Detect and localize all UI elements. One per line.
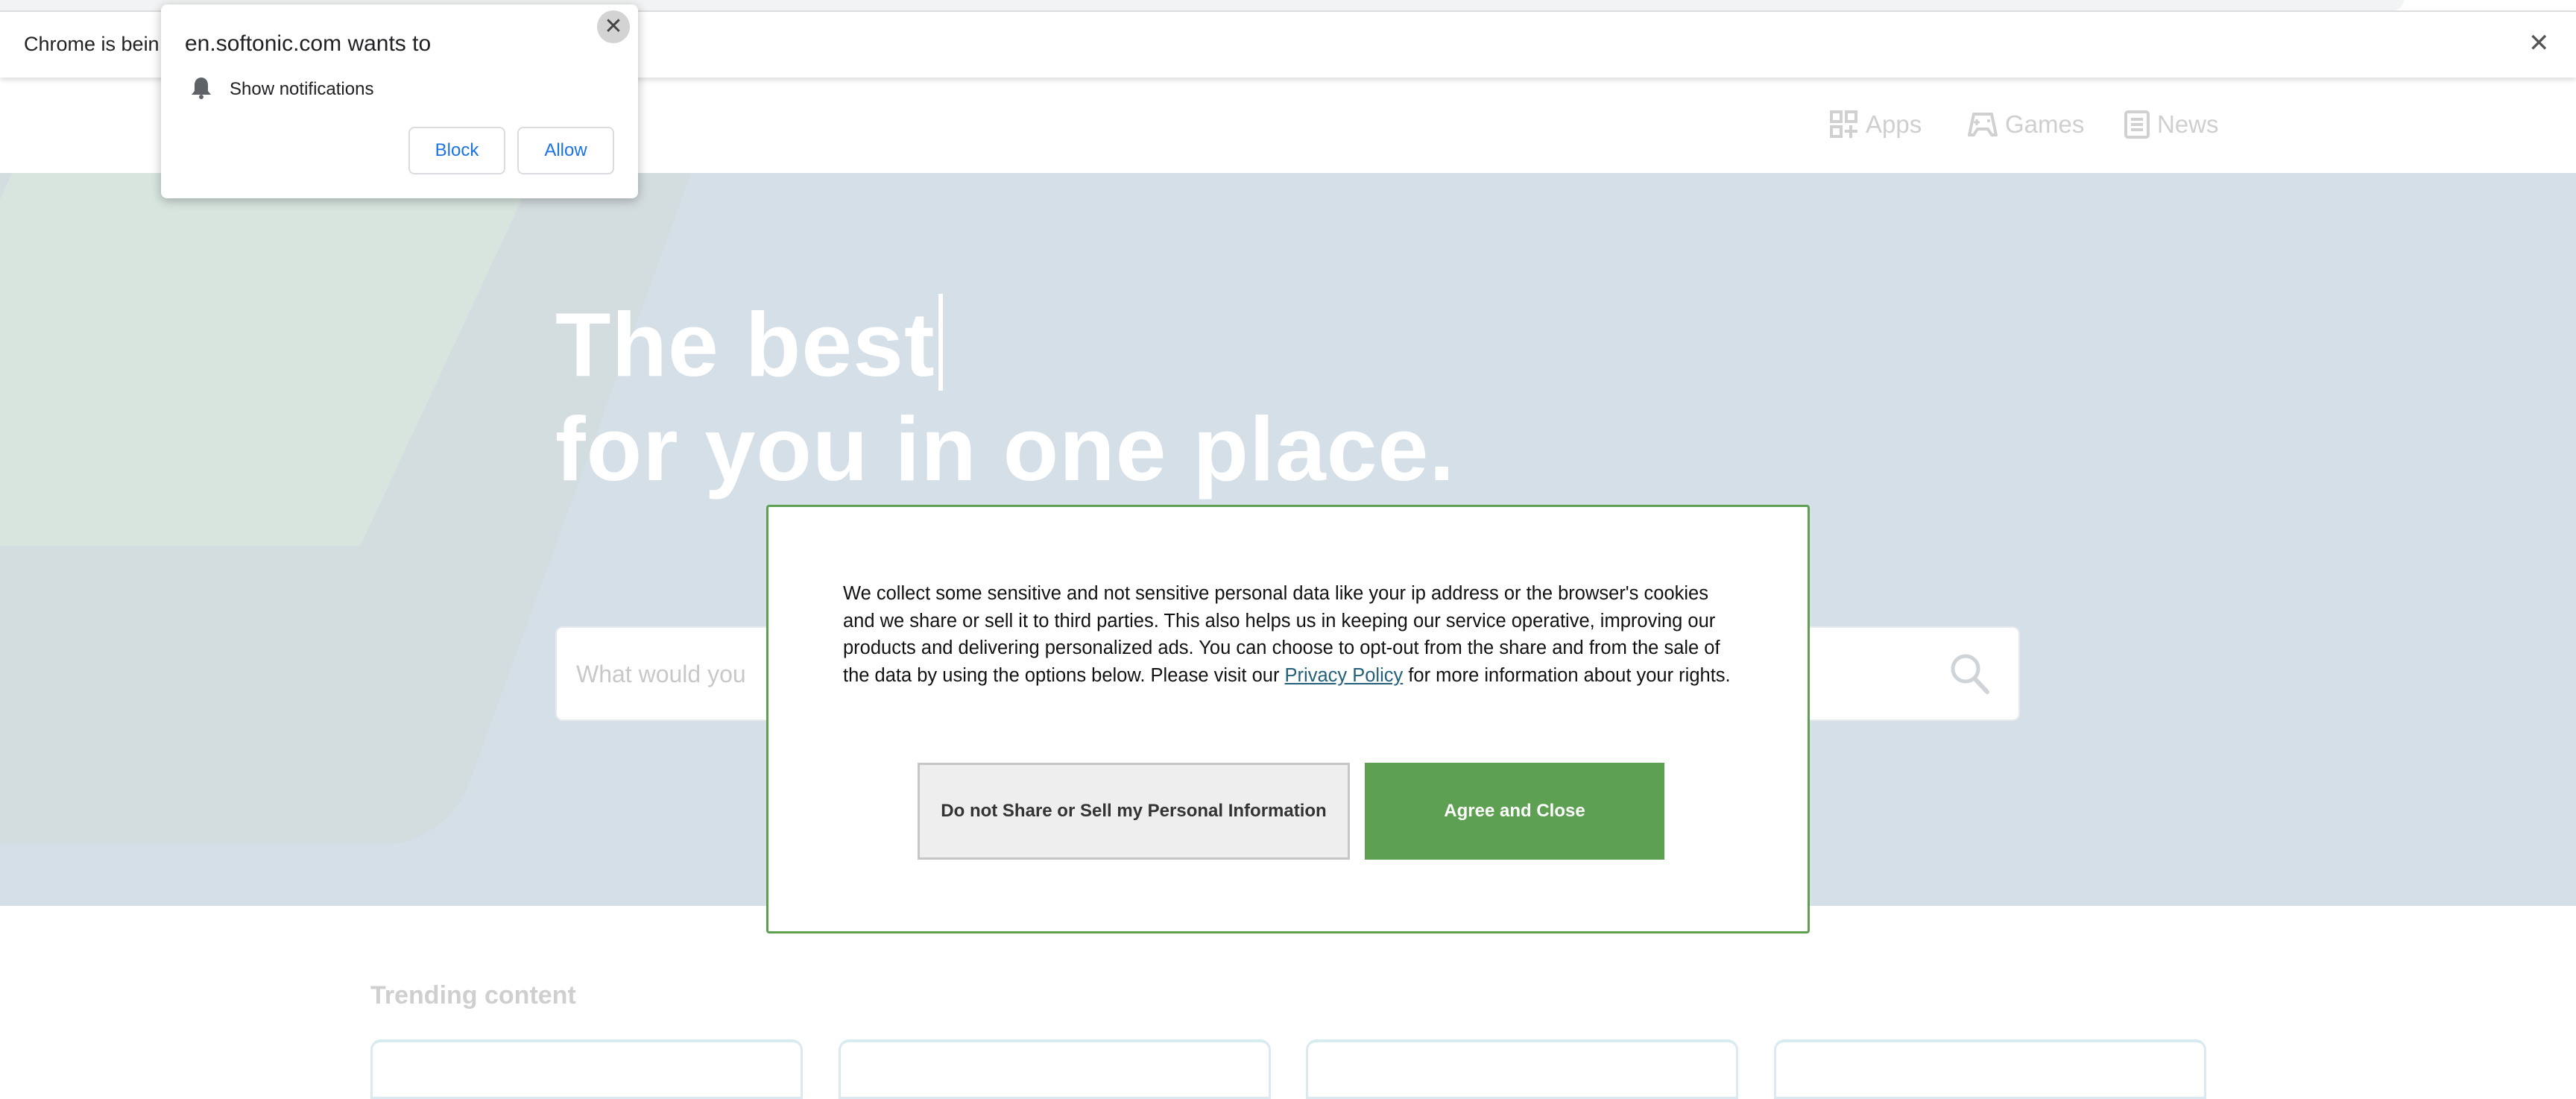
trending-card[interactable] (370, 1039, 803, 1099)
trending-card[interactable] (1306, 1039, 1738, 1099)
nav-apps-label: Apps (1866, 110, 1922, 138)
allow-button[interactable]: Allow (517, 127, 614, 174)
agree-and-close-button[interactable]: Agree and Close (1365, 763, 1664, 860)
newspaper-icon (2124, 110, 2150, 139)
trending-card[interactable] (1774, 1039, 2206, 1099)
hero-headline-line1: The best (555, 292, 943, 397)
popup-close-icon[interactable]: ✕ (597, 10, 630, 43)
notification-permission-popup: en.softonic.com wants to ✕ Show notifica… (161, 4, 638, 198)
permission-label: Show notifications (230, 79, 374, 99)
popup-title: en.softonic.com wants to (185, 31, 432, 56)
trending-title: Trending content (370, 981, 576, 1010)
bell-icon (192, 78, 211, 99)
do-not-sell-button[interactable]: Do not Share or Sell my Personal Informa… (918, 763, 1350, 860)
infobar-close-icon[interactable]: ✕ (2528, 28, 2550, 58)
nav-news[interactable]: News (2124, 110, 2219, 139)
typing-caret (938, 294, 943, 391)
nav-games-label: Games (2005, 110, 2085, 138)
block-button[interactable]: Block (408, 127, 505, 174)
infobar-text: Chrome is bein (24, 33, 160, 55)
trending-card[interactable] (839, 1039, 1271, 1099)
consent-text: We collect some sensitive and not sensit… (843, 580, 1745, 689)
nav-apps[interactable]: Apps (1830, 110, 1922, 139)
privacy-policy-link[interactable]: Privacy Policy (1285, 665, 1404, 686)
headline-text: The best (555, 294, 935, 395)
nav-games[interactable]: Games (1968, 110, 2084, 139)
search-icon[interactable] (1950, 653, 1990, 695)
hero-headline-line2: for you in one place. (555, 398, 1456, 500)
consent-text-part: for more information about your rights. (1403, 664, 1731, 686)
apps-grid-icon (1830, 110, 1857, 138)
consent-dialog: We collect some sensitive and not sensit… (766, 505, 1810, 933)
search-input[interactable] (576, 652, 763, 696)
nav-news-label: News (2157, 110, 2219, 138)
gamepad-icon (1968, 113, 1998, 136)
